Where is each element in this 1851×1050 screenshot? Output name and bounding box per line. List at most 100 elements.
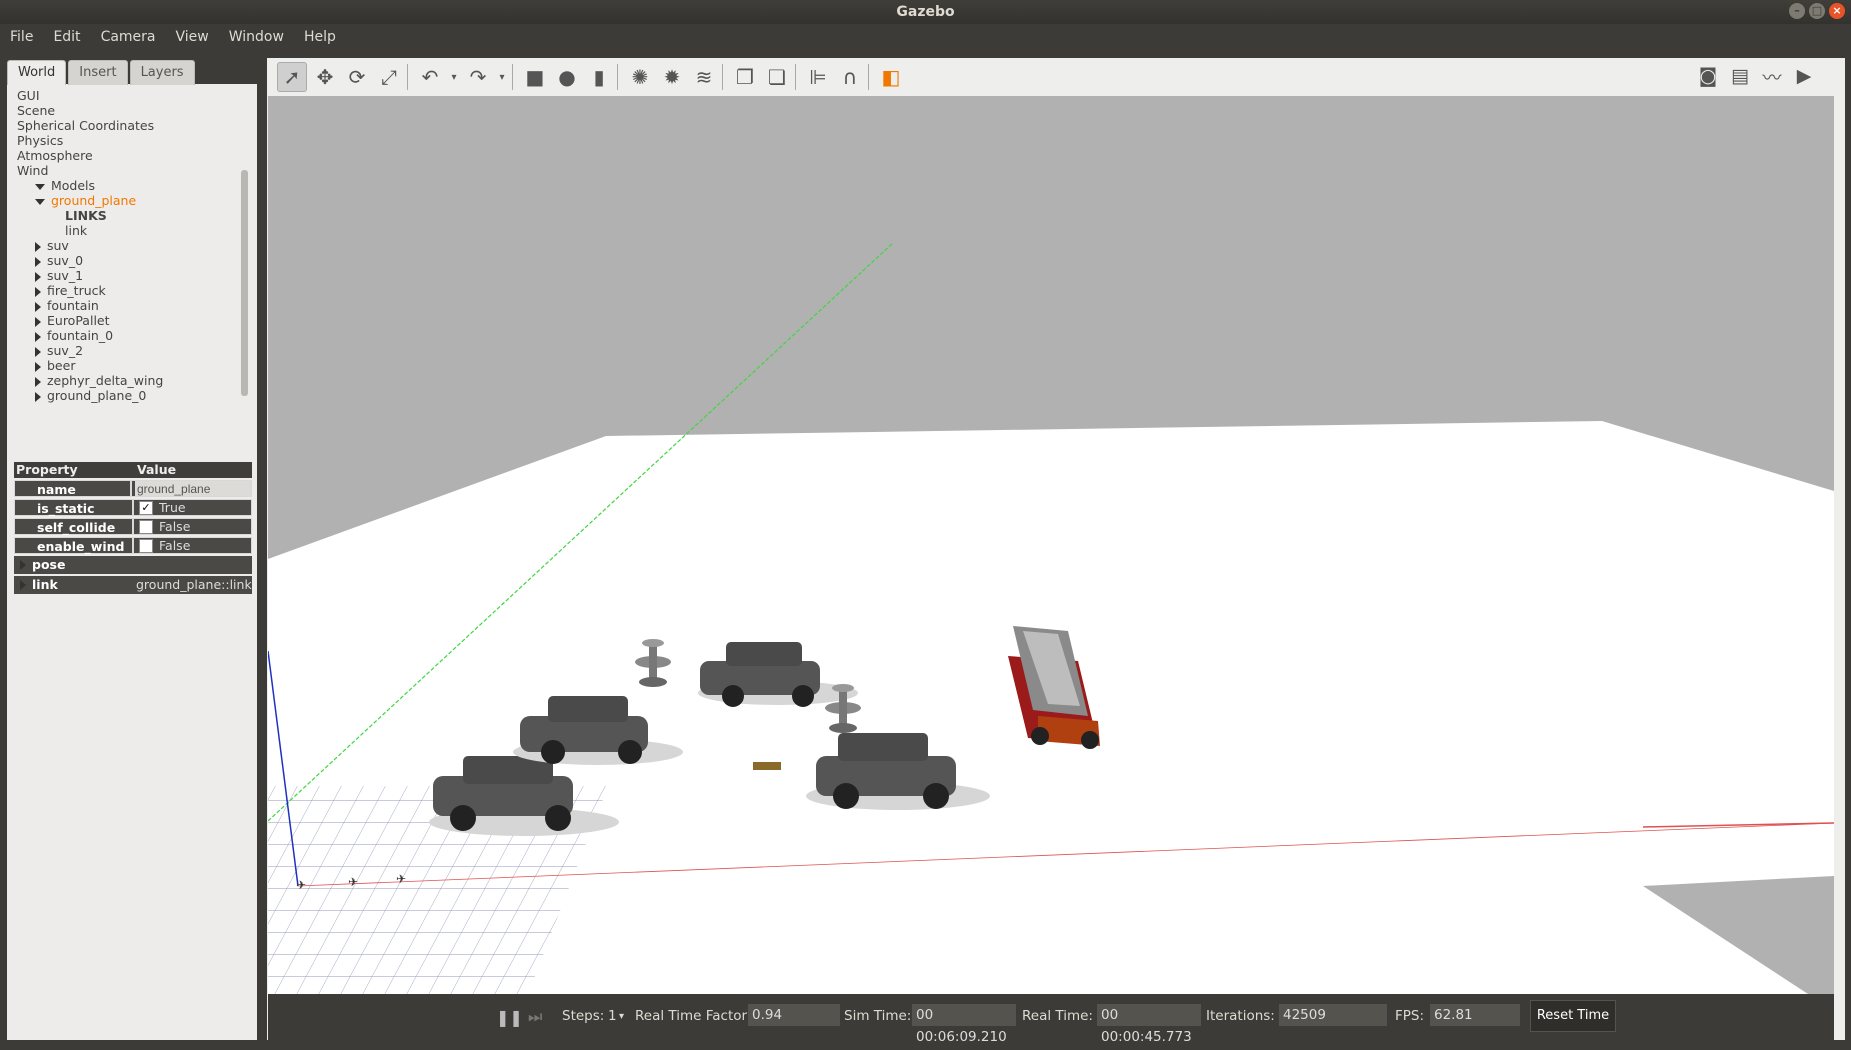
reset-time-button[interactable]: Reset Time — [1530, 1000, 1616, 1032]
tree-item[interactable]: Models — [35, 178, 95, 193]
collapse-arrow-icon[interactable] — [35, 198, 45, 205]
expand-arrow-icon[interactable] — [35, 316, 41, 327]
redo-icon[interactable]: ↷ — [464, 63, 492, 91]
3d-viewport[interactable]: ✈ ✈ ✈ — [268, 96, 1834, 994]
expand-arrow-icon[interactable] — [35, 346, 41, 357]
property-group-pose[interactable]: pose — [14, 556, 252, 574]
undo-dropdown-icon[interactable]: ▾ — [448, 63, 460, 91]
tree-item[interactable]: fountain — [35, 298, 99, 313]
box-shape-icon[interactable]: ■ — [521, 63, 549, 91]
tree-item[interactable]: LINKS — [65, 208, 107, 223]
paste-icon[interactable]: ❏ — [763, 63, 791, 91]
tree-item[interactable]: suv_0 — [35, 253, 83, 268]
cylinder-shape-icon[interactable]: ▮ — [585, 63, 613, 91]
tree-item[interactable]: zephyr_delta_wing — [35, 373, 163, 388]
directional-light-icon[interactable]: ≋ — [690, 63, 718, 91]
maximize-icon[interactable]: □ — [1809, 3, 1825, 19]
spot-light-icon[interactable]: ✹ — [658, 63, 686, 91]
property-header: Property Value — [14, 462, 252, 478]
tree-item[interactable]: ground_plane — [35, 193, 136, 208]
name-field[interactable] — [135, 481, 251, 496]
property-key: is_static — [14, 499, 133, 516]
steps-dropdown-icon[interactable]: ▾ — [619, 1011, 624, 1022]
collapse-arrow-icon[interactable] — [35, 183, 45, 190]
tab-insert[interactable]: Insert — [68, 60, 128, 85]
redo-dropdown-icon[interactable]: ▾ — [496, 63, 508, 91]
tree-item-label: EuroPallet — [47, 313, 110, 328]
point-light-icon[interactable]: ✺ — [626, 63, 654, 91]
menu-file[interactable]: File — [0, 29, 43, 45]
steps-value[interactable]: 1 — [608, 1008, 617, 1024]
tab-world[interactable]: World — [7, 60, 67, 85]
snap-icon[interactable]: ∩ — [836, 63, 864, 91]
tree-item[interactable]: fountain_0 — [35, 328, 113, 343]
is-static-checkbox[interactable]: ✓ — [139, 500, 153, 515]
expand-arrow-icon[interactable] — [20, 560, 26, 570]
undo-icon[interactable]: ↶ — [416, 63, 444, 91]
property-key: self_collide — [14, 518, 133, 535]
expand-arrow-icon[interactable] — [35, 271, 41, 282]
menu-camera[interactable]: Camera — [91, 29, 166, 45]
enable-wind-checkbox[interactable] — [139, 538, 153, 553]
menu-view[interactable]: View — [166, 29, 219, 45]
tree-item[interactable]: Scene — [17, 103, 55, 118]
euro-pallet-model[interactable] — [753, 762, 781, 770]
drone-model: ✈ — [396, 872, 406, 886]
log-icon[interactable]: ▤ — [1728, 64, 1752, 88]
expand-arrow-icon[interactable] — [35, 391, 41, 402]
value-column-header: Value — [137, 462, 177, 477]
tree-item[interactable]: suv — [35, 238, 69, 253]
scale-mode-icon[interactable]: ⤢ — [375, 63, 403, 91]
tree-item[interactable]: Atmosphere — [17, 148, 93, 163]
tree-scrollbar[interactable] — [241, 170, 248, 396]
tree-item[interactable]: ground_plane_0 — [35, 388, 146, 403]
tab-layers[interactable]: Layers — [129, 60, 195, 85]
close-icon[interactable]: × — [1829, 3, 1845, 19]
left-panel: World Insert Layers GUI Scene Spherical Co… — [7, 58, 263, 1040]
tree-item[interactable]: fire_truck — [35, 283, 106, 298]
expand-arrow-icon[interactable] — [20, 580, 26, 590]
expand-arrow-icon[interactable] — [35, 241, 41, 252]
window-title: Gazebo — [896, 4, 955, 20]
tree-item[interactable]: suv_2 — [35, 343, 83, 358]
menu-help[interactable]: Help — [294, 29, 346, 45]
drone-model: ✈ — [296, 878, 306, 892]
expand-arrow-icon[interactable] — [35, 376, 41, 387]
tree-item[interactable]: Physics — [17, 133, 63, 148]
property-group-link[interactable]: link ground_plane::link — [14, 576, 252, 594]
menu-edit[interactable]: Edit — [43, 29, 90, 45]
translate-mode-icon[interactable]: ✥ — [311, 63, 339, 91]
link-group-label: link — [14, 576, 133, 594]
title-bar: Gazebo – □ × — [0, 0, 1851, 24]
checkbox-label: True — [159, 500, 186, 515]
iterations-value: 42509 — [1279, 1004, 1387, 1026]
align-icon[interactable]: ⊫ — [804, 63, 832, 91]
expand-arrow-icon[interactable] — [35, 361, 41, 372]
plot-icon[interactable]: 〰 — [1760, 64, 1784, 89]
screenshot-icon[interactable]: ◙ — [1696, 64, 1720, 88]
expand-arrow-icon[interactable] — [35, 286, 41, 297]
expand-arrow-icon[interactable] — [35, 256, 41, 267]
step-icon[interactable]: ⏭ — [528, 1007, 542, 1027]
tree-item[interactable]: beer — [35, 358, 75, 373]
menu-window[interactable]: Window — [219, 29, 294, 45]
select-mode-icon[interactable]: ➚ — [277, 62, 307, 92]
link-key: link — [32, 577, 58, 592]
expand-arrow-icon[interactable] — [35, 331, 41, 342]
window-controls: – □ × — [1789, 3, 1845, 19]
tree-item[interactable]: EuroPallet — [35, 313, 110, 328]
copy-icon[interactable]: ❐ — [731, 63, 759, 91]
tree-item[interactable]: GUI — [17, 88, 40, 103]
pause-icon[interactable]: ❚❚ — [496, 1008, 523, 1027]
tree-item[interactable]: Spherical Coordinates — [17, 118, 154, 133]
minimize-icon[interactable]: – — [1789, 3, 1805, 19]
tree-item[interactable]: suv_1 — [35, 268, 83, 283]
rotate-mode-icon[interactable]: ⟳ — [343, 63, 371, 91]
sphere-shape-icon[interactable]: ● — [553, 63, 581, 91]
tree-item[interactable]: Wind — [17, 163, 48, 178]
expand-arrow-icon[interactable] — [35, 301, 41, 312]
tree-item[interactable]: link — [65, 223, 87, 238]
self-collide-checkbox[interactable] — [139, 519, 153, 534]
view-angle-icon[interactable]: ◧ — [877, 63, 905, 91]
video-record-icon[interactable]: ▶ — [1792, 64, 1816, 88]
